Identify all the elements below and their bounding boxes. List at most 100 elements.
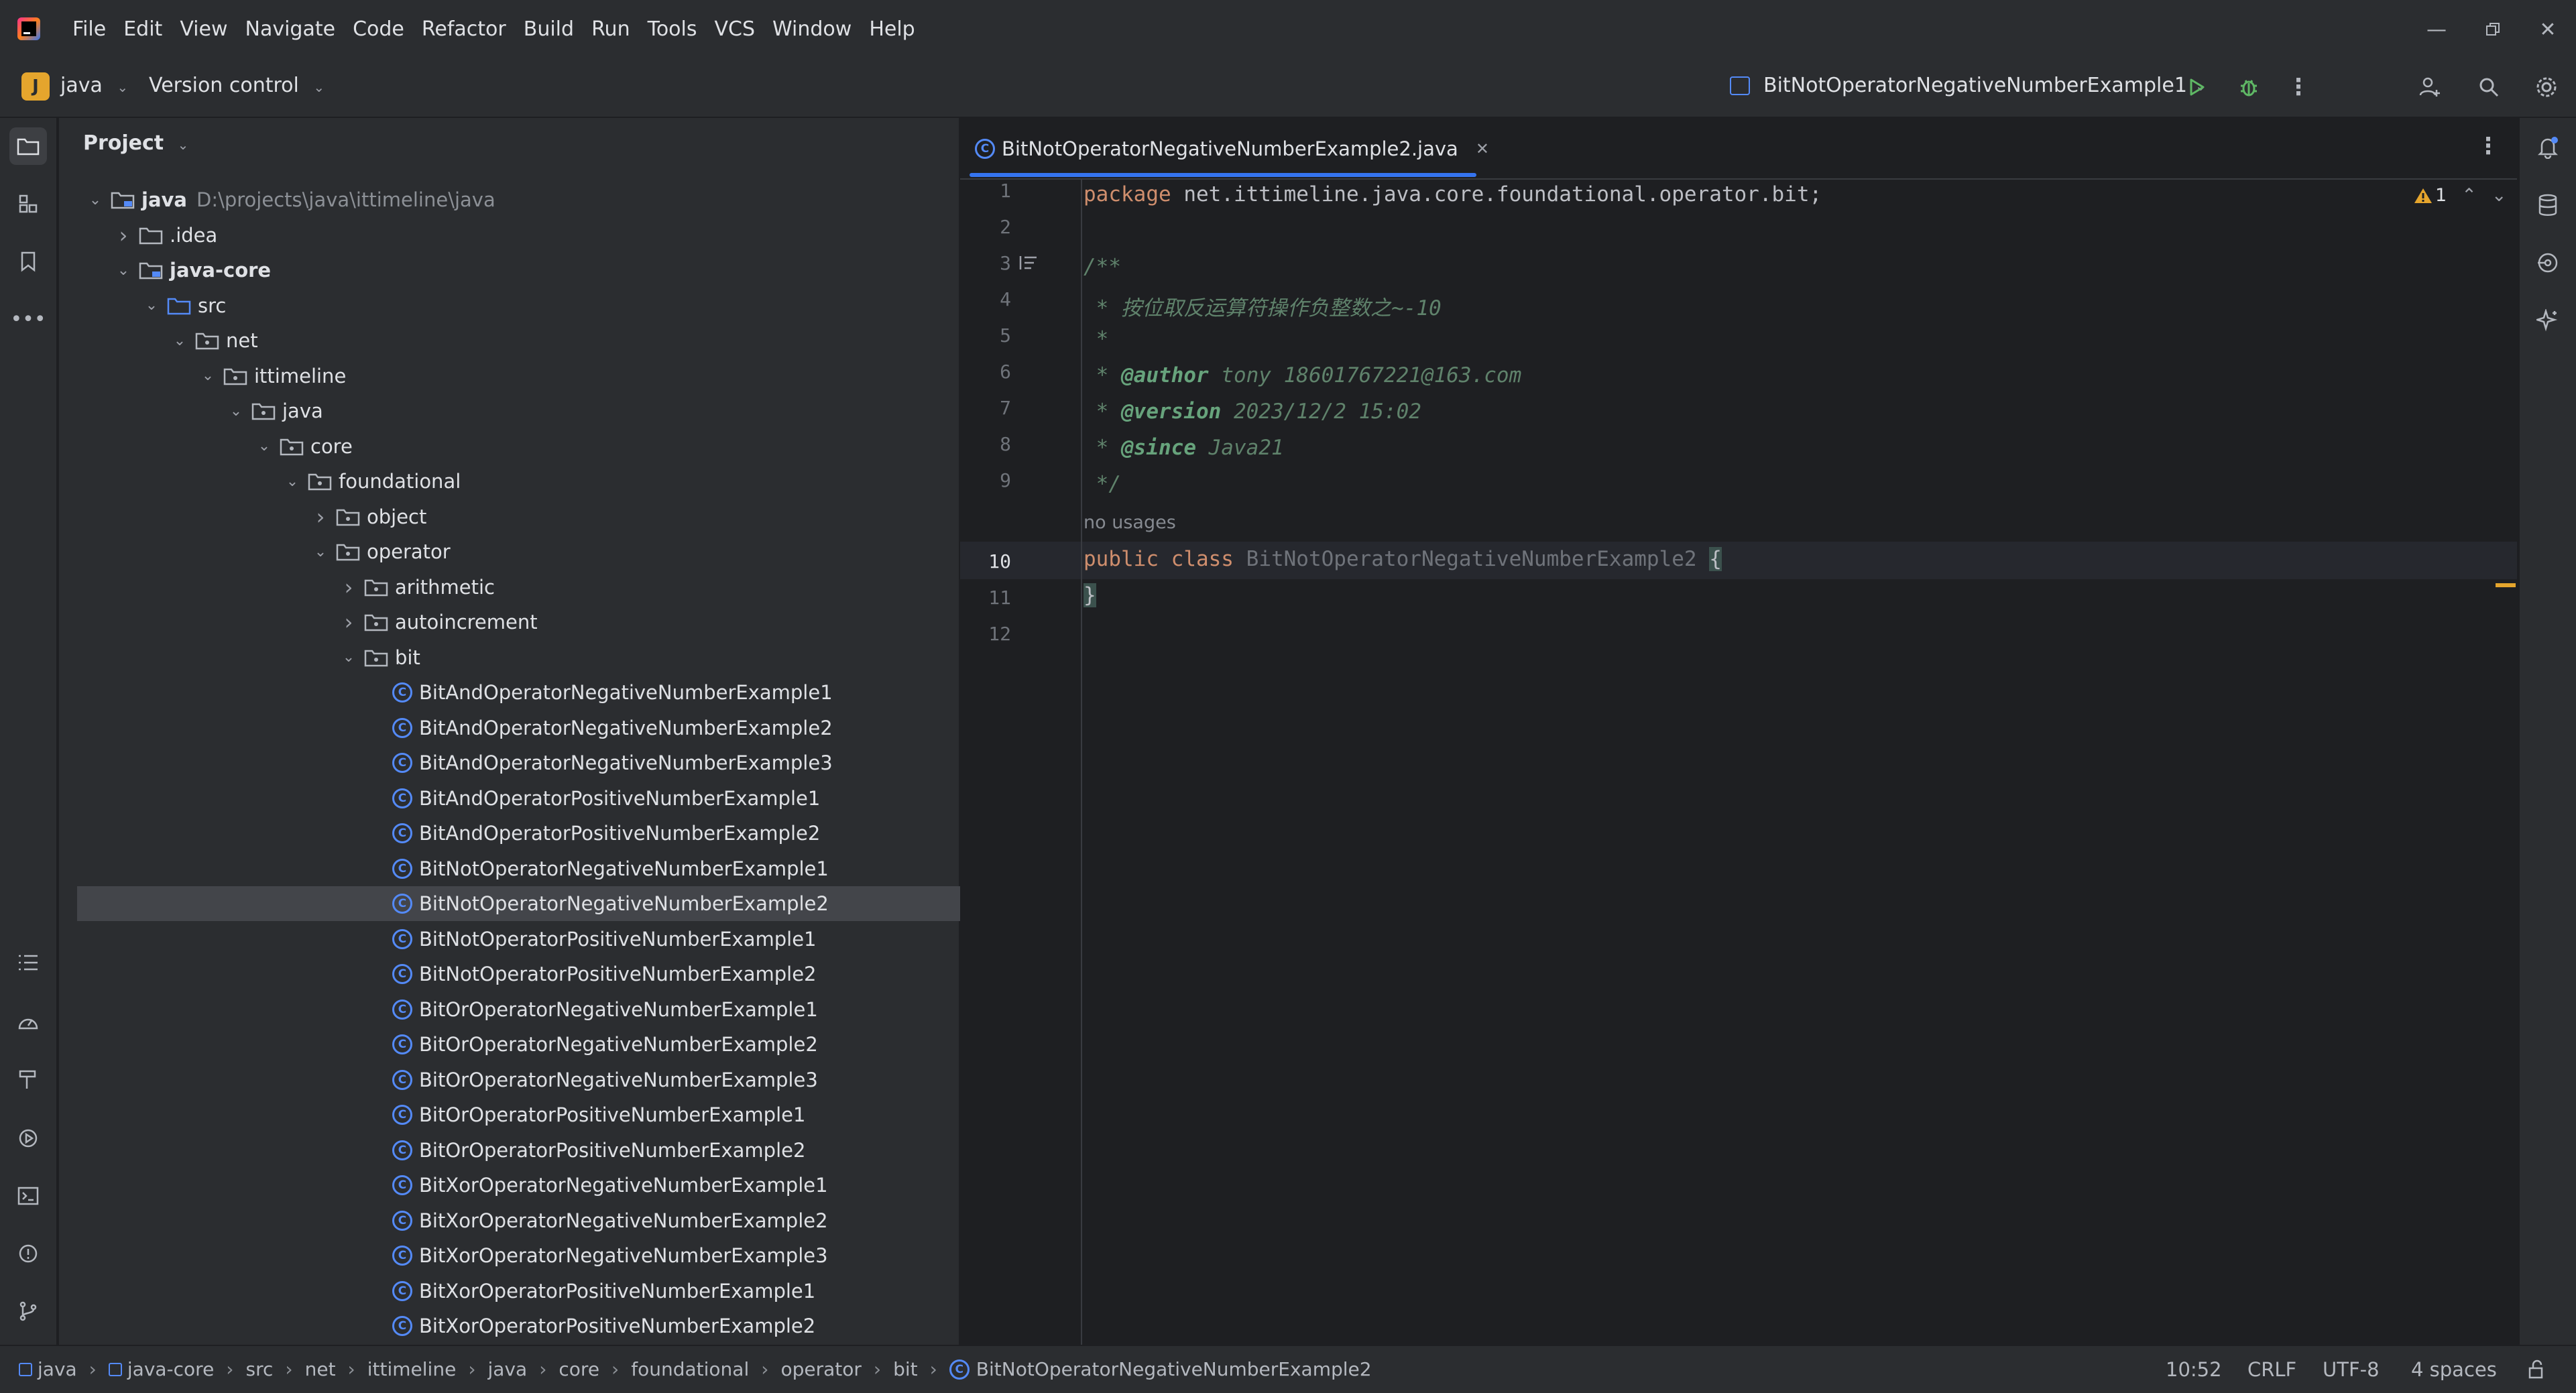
inspection-widget[interactable]: 1 ⌃ ⌄ (2414, 185, 2506, 206)
vcs-selector[interactable]: Version control ⌄ (149, 74, 325, 97)
menu-view[interactable]: View (180, 15, 227, 44)
menu-window[interactable]: Window (772, 15, 852, 44)
todo-list-icon[interactable] (9, 944, 47, 981)
breadcrumb-item[interactable]: java (488, 1358, 528, 1380)
breadcrumb-item[interactable]: net (305, 1358, 336, 1380)
tree-folder-item[interactable]: › arithmetic (59, 570, 495, 605)
tree-folder-item[interactable]: ⌄ operator (59, 534, 451, 569)
tree-class-item[interactable]: C BitOrOperatorNegativeNumberExample3 (59, 1063, 818, 1097)
project-folder-icon[interactable] (9, 127, 47, 165)
more-tools-icon[interactable]: ••• (9, 300, 47, 338)
structure-icon[interactable] (9, 185, 47, 223)
usages-hint[interactable]: no usages (1084, 512, 1176, 533)
breadcrumb-item[interactable]: core (559, 1358, 599, 1380)
chevron-right-icon[interactable]: › (339, 609, 359, 635)
tree-folder-item[interactable]: › object (59, 499, 427, 534)
breadcrumb-item[interactable]: ittimeline (367, 1358, 457, 1380)
tree-folder-item[interactable]: › .idea (59, 218, 218, 253)
tree-class-item[interactable]: C BitAndOperatorNegativeNumberExample1 (59, 675, 833, 710)
line-separator[interactable]: CRLF (2247, 1358, 2296, 1381)
tree-class-item[interactable]: C BitXorOperatorNegativeNumberExample3 (59, 1238, 828, 1273)
tree-class-item[interactable]: C BitOrOperatorNegativeNumberExample1 (59, 992, 818, 1027)
project-selector[interactable]: java ⌄ (60, 74, 128, 97)
tree-folder-item[interactable]: ⌄ foundational (59, 464, 461, 499)
menu-refactor[interactable]: Refactor (422, 15, 506, 44)
tree-folder-item[interactable]: ⌄ net (59, 323, 258, 358)
menu-navigate[interactable]: Navigate (245, 15, 336, 44)
breadcrumb-item[interactable]: java-core (108, 1358, 214, 1380)
chevron-down-icon[interactable]: ⌄ (310, 544, 331, 560)
terminal-icon[interactable] (9, 1177, 47, 1215)
editor-tab[interactable]: C BitNotOperatorNegativeNumberExample2.j… (975, 129, 1489, 169)
ai-assistant-icon[interactable] (2529, 302, 2567, 339)
bookmarks-icon[interactable] (9, 243, 47, 280)
chevron-down-icon[interactable]: ⌄ (198, 367, 218, 384)
file-encoding[interactable]: UTF-8 (2323, 1358, 2380, 1381)
tree-class-item[interactable]: C BitAndOperatorPositiveNumberExample2 (59, 816, 820, 851)
tree-class-item[interactable]: C BitAndOperatorPositiveNumberExample1 (59, 781, 820, 816)
database-icon[interactable] (2529, 186, 2567, 224)
breadcrumb-item[interactable]: bit (893, 1358, 918, 1380)
restore-icon[interactable] (2473, 9, 2513, 50)
search-icon[interactable] (2470, 68, 2508, 106)
tree-class-item[interactable]: C BitOrOperatorPositiveNumberExample1 (59, 1097, 805, 1132)
tree-class-item[interactable]: C BitNotOperatorPositiveNumberExample1 (59, 922, 817, 957)
menu-code[interactable]: Code (353, 15, 404, 44)
tree-class-item[interactable]: C BitNotOperatorNegativeNumberExample2 (77, 886, 1001, 921)
breadcrumb-item[interactable]: java (19, 1358, 77, 1380)
menu-edit[interactable]: Edit (123, 15, 162, 44)
tree-folder-item[interactable]: ⌄ bit (59, 640, 420, 675)
menu-tools[interactable]: Tools (648, 15, 697, 44)
tree-class-item[interactable]: C BitXorOperatorNegativeNumberExample1 (59, 1168, 828, 1203)
breadcrumb-item[interactable]: operator (780, 1358, 861, 1380)
run-icon[interactable] (2178, 68, 2215, 106)
tree-folder-item[interactable]: ⌄ ittimeline (59, 359, 347, 393)
menu-file[interactable]: File (72, 15, 106, 44)
build-hammer-icon[interactable] (9, 1061, 47, 1098)
chevron-right-icon[interactable]: › (339, 574, 359, 600)
chevron-right-icon[interactable]: › (113, 223, 133, 248)
menu-build[interactable]: Build (524, 15, 574, 44)
breadcrumb-item[interactable]: src (246, 1358, 274, 1380)
chevron-down-icon[interactable]: ⌄ (141, 297, 162, 314)
tree-folder-item[interactable]: ⌄ java (59, 393, 323, 428)
chevron-down-icon[interactable]: ⌄ (113, 262, 133, 279)
editor-tabs-menu-icon[interactable]: ⋮ (2477, 133, 2500, 160)
chevron-right-icon[interactable]: › (310, 504, 331, 530)
menu-vcs[interactable]: VCS (715, 15, 756, 44)
tree-folder-item[interactable]: ⌄ java D:\projects\java\ittimeline\java (59, 182, 495, 217)
notifications-bell-icon[interactable] (2529, 129, 2567, 166)
tree-folder-item[interactable]: ⌄ core (59, 429, 353, 464)
tree-folder-item[interactable]: ⌄ src (59, 288, 227, 323)
chevron-down-icon[interactable]: ⌄ (282, 473, 302, 490)
git-branch-icon[interactable] (9, 1292, 47, 1330)
tree-class-item[interactable]: C BitOrOperatorNegativeNumberExample2 (59, 1027, 818, 1062)
tree-class-item[interactable]: C BitNotOperatorPositiveNumberExample2 (59, 957, 817, 991)
settings-gear-icon[interactable] (2528, 68, 2565, 106)
tree-class-item[interactable]: C BitNotOperatorNegativeNumberExample1 (59, 851, 829, 886)
problems-icon[interactable] (9, 1235, 47, 1272)
debug-icon[interactable] (2230, 68, 2268, 106)
chevron-down-icon[interactable]: ⌄ (226, 403, 246, 420)
tree-folder-item[interactable]: › autoincrement (59, 605, 538, 640)
menu-run[interactable]: Run (591, 15, 630, 44)
render-doc-icon[interactable] (1018, 253, 1039, 275)
tree-class-item[interactable]: C BitOrOperatorPositiveNumberExample2 (59, 1133, 805, 1168)
breadcrumb-item[interactable]: C BitNotOperatorNegativeNumberExample2 (949, 1358, 1372, 1380)
tree-class-item[interactable]: C BitXorOperatorNegativeNumberExample2 (59, 1203, 828, 1238)
chevron-down-icon[interactable]: ⌄ (85, 192, 105, 208)
tree-folder-item[interactable]: ⌄ java-core (59, 253, 271, 288)
services-icon[interactable] (9, 1119, 47, 1157)
project-badge[interactable]: J (21, 72, 50, 101)
lock-icon[interactable] (2528, 1359, 2546, 1384)
caret-position[interactable]: 10:52 (2166, 1358, 2222, 1381)
tree-class-item[interactable]: C BitXorOperatorPositiveNumberExample1 (59, 1274, 815, 1309)
tree-class-item[interactable]: C BitAndOperatorNegativeNumberExample3 (59, 745, 833, 780)
more-actions-icon[interactable]: ⋮ (2280, 68, 2317, 106)
indent-setting[interactable]: 4 spaces (2411, 1358, 2497, 1381)
breadcrumb-item[interactable]: foundational (631, 1358, 749, 1380)
endpoints-icon[interactable] (2529, 244, 2567, 282)
add-user-icon[interactable] (2411, 68, 2449, 106)
warning-stripe-marker[interactable] (2496, 583, 2516, 587)
close-tab-icon[interactable]: ✕ (1476, 139, 1489, 158)
